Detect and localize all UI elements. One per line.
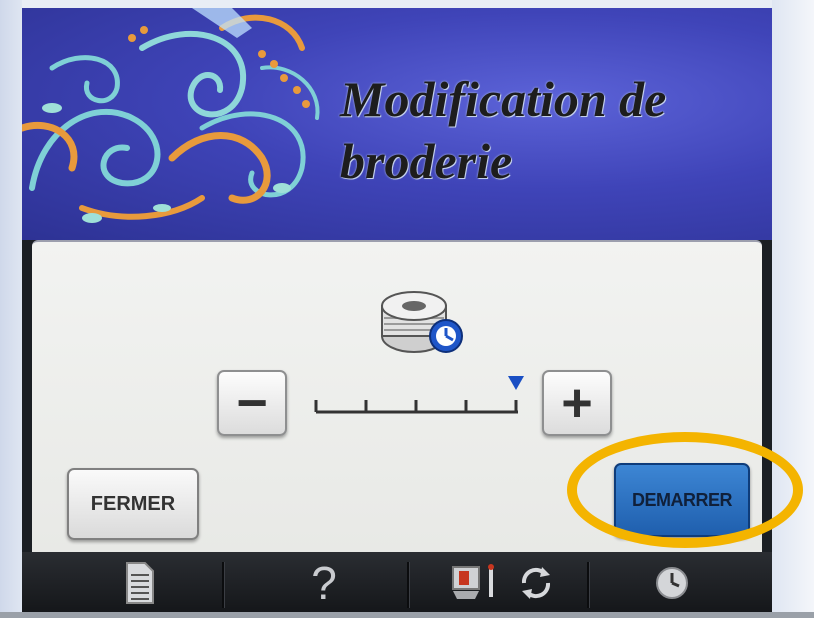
increase-button[interactable]: +: [542, 370, 612, 436]
clock-icon[interactable]: [650, 558, 694, 608]
minus-icon: −: [236, 373, 268, 433]
title-line-2: broderie: [340, 133, 513, 189]
photo-frame-top: [0, 0, 814, 8]
document-icon[interactable]: [120, 558, 160, 608]
bobbin-timer-icon: [374, 284, 474, 361]
title-banner: Modification de broderie: [22, 8, 772, 240]
toolbar-divider: [222, 562, 224, 608]
level-marker-icon: [508, 376, 524, 390]
presser-foot-needle-icon[interactable]: [447, 558, 507, 608]
toolbar-divider: [587, 562, 589, 608]
highlight-ring: [567, 432, 803, 548]
close-button[interactable]: FERMER: [67, 468, 199, 540]
photo-frame-left: [0, 0, 22, 618]
plus-icon: +: [561, 373, 593, 433]
rotate-arrows-icon[interactable]: [514, 558, 558, 608]
level-scale: [314, 376, 524, 414]
help-icon[interactable]: ?: [304, 557, 344, 609]
page-title: Modification de broderie: [340, 68, 666, 192]
toolbar-divider: [407, 562, 409, 608]
photo-frame-bottom: [0, 612, 814, 618]
title-line-1: Modification de: [340, 71, 667, 127]
close-button-label: FERMER: [90, 492, 176, 515]
decrease-button[interactable]: −: [217, 370, 287, 436]
